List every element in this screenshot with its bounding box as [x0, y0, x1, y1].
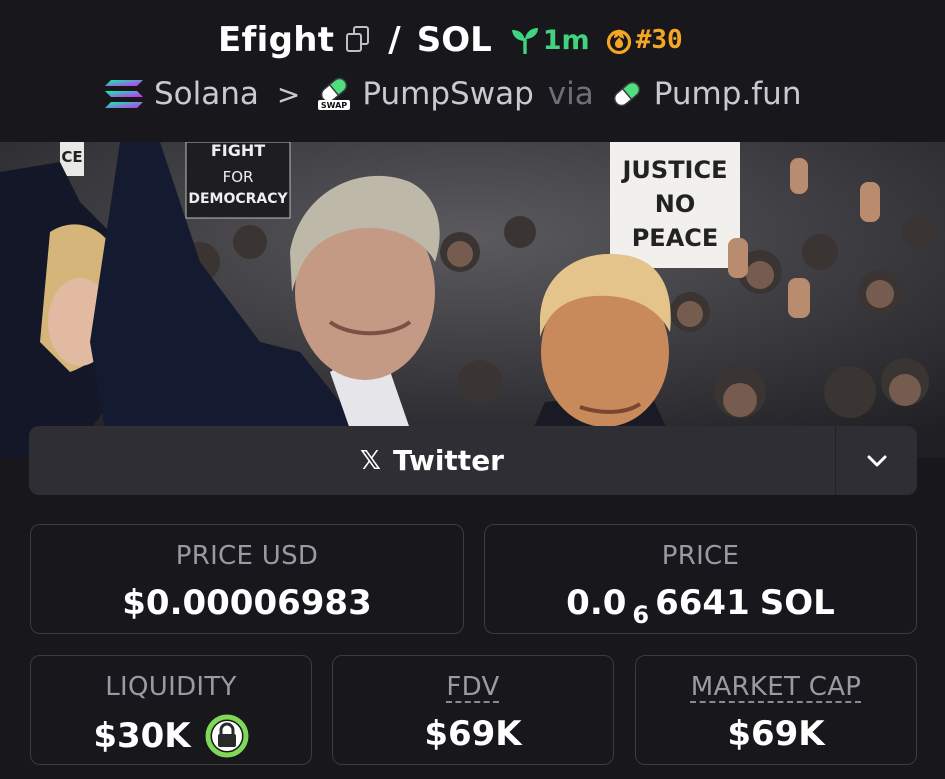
social-dropdown-toggle[interactable] — [835, 426, 917, 495]
svg-text:CE: CE — [61, 148, 82, 166]
svg-text:FOR: FOR — [223, 168, 254, 186]
pill-icon: SWAP — [318, 77, 351, 110]
svg-text:SWAP: SWAP — [321, 101, 347, 110]
pair-title-row: Efight / SOL 1m #30 — [218, 18, 683, 62]
liquidity-value-row: $30K — [31, 714, 311, 758]
twitter-button[interactable]: 𝕏 Twitter — [29, 426, 835, 495]
breadcrumb-launchpad[interactable]: Pump.fun — [654, 76, 802, 112]
pair-age-badge: 1m — [510, 25, 590, 56]
price-usd-card: PRICE USD $0.00006983 — [30, 524, 464, 634]
price-native-zero-count: 6 — [632, 601, 650, 629]
breadcrumb-via: via — [547, 76, 594, 112]
price-native-digits: 6641 — [655, 583, 750, 623]
price-native-label: PRICE — [661, 541, 740, 571]
price-native-card: PRICE 0.0 6 6641 SOL — [484, 524, 917, 634]
svg-text:NO: NO — [655, 190, 696, 218]
price-usd-value: $0.00006983 — [122, 583, 372, 623]
fdv-label[interactable]: FDV — [446, 672, 499, 702]
svg-text:JUSTICE: JUSTICE — [620, 156, 727, 184]
pill-icon — [613, 81, 640, 107]
pair-header: Efight / SOL 1m #30 Solana > SWAP PumpSw… — [0, 0, 945, 142]
token-symbol: Efight — [218, 20, 335, 60]
pair-age-text: 1m — [542, 24, 590, 56]
market-cap-card: MARKET CAP $69K — [635, 655, 917, 765]
fdv-card: FDV $69K — [332, 655, 614, 765]
pair-separator: / — [388, 20, 401, 60]
breadcrumb: Solana > SWAP PumpSwap via Pump.fun — [104, 74, 801, 114]
lock-icon[interactable] — [205, 714, 249, 758]
price-native-unit: SOL — [759, 583, 835, 623]
quote-symbol: SOL — [416, 20, 492, 60]
price-native-value: 0.0 6 6641 SOL — [485, 583, 916, 629]
copy-icon[interactable] — [346, 26, 372, 54]
fdv-value: $69K — [424, 714, 522, 754]
liquidity-value: $30K — [93, 716, 191, 756]
x-logo-icon: 𝕏 — [359, 445, 381, 476]
price-usd-label: PRICE USD — [175, 541, 319, 571]
trending-rank-text: #30 — [635, 25, 683, 55]
trending-rank-badge[interactable]: #30 — [606, 25, 683, 55]
solana-logo-icon — [105, 80, 143, 108]
svg-text:FIGHT: FIGHT — [211, 142, 265, 160]
market-cap-label[interactable]: MARKET CAP — [691, 672, 862, 702]
chevron-down-icon — [867, 455, 886, 466]
price-native-prefix: 0.0 — [566, 583, 627, 623]
breadcrumb-chain[interactable]: Solana — [154, 76, 259, 112]
liquidity-card: LIQUIDITY $30K — [30, 655, 312, 765]
breadcrumb-separator: > — [276, 77, 301, 111]
twitter-button-label: Twitter — [392, 444, 504, 477]
token-banner-image: FIGHT FOR DEMOCRACY JUSTICE NO PEACE CE — [0, 142, 945, 458]
seedling-icon — [511, 28, 538, 54]
flame-icon — [606, 29, 631, 54]
svg-text:PEACE: PEACE — [632, 224, 719, 252]
market-cap-value: $69K — [727, 714, 825, 754]
svg-text:DEMOCRACY: DEMOCRACY — [188, 191, 288, 207]
social-links-bar: 𝕏 Twitter — [29, 426, 917, 495]
liquidity-label: LIQUIDITY — [105, 672, 237, 702]
banner-illustration: FIGHT FOR DEMOCRACY JUSTICE NO PEACE CE — [0, 142, 945, 458]
breadcrumb-dex[interactable]: PumpSwap — [362, 76, 533, 112]
